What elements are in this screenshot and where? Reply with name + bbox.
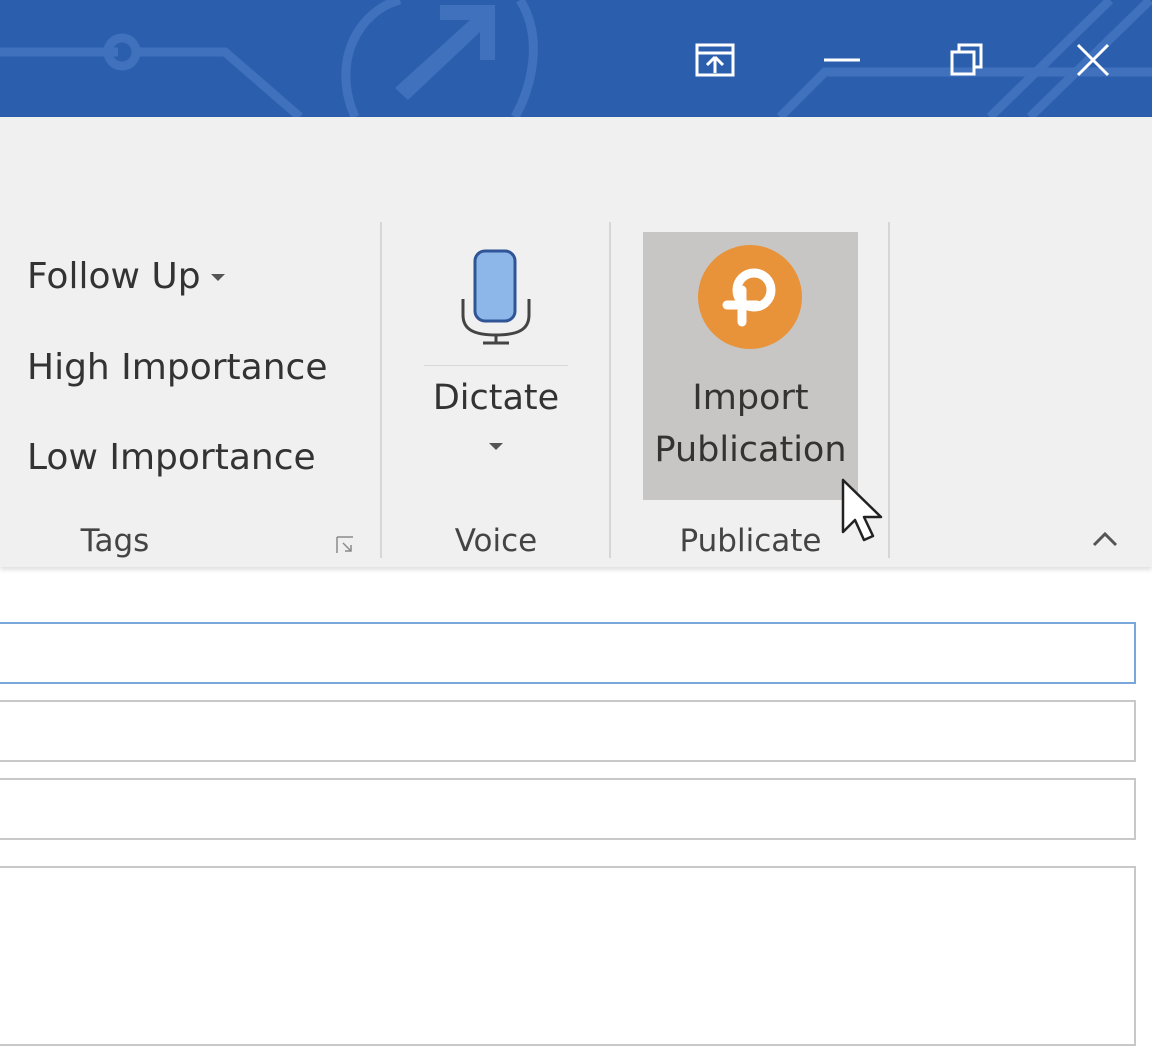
follow-up-button[interactable]: Follow Up (27, 256, 225, 297)
high-importance-button[interactable]: High Importance (27, 347, 327, 388)
close-icon (1076, 43, 1110, 77)
low-importance-button[interactable]: Low Importance (27, 437, 316, 478)
to-input[interactable] (0, 624, 1134, 682)
restore-icon (950, 43, 983, 76)
publicate-group-label: Publicate (679, 523, 822, 559)
subject-field[interactable] (0, 778, 1136, 840)
microphone-icon (461, 249, 531, 345)
cc-field[interactable] (0, 700, 1136, 762)
chevron-down-icon (210, 274, 225, 281)
ribbon-display-options-icon (695, 43, 735, 77)
dialog-launcher-icon[interactable] (335, 535, 355, 555)
dictate-button[interactable]: Dictate (424, 237, 568, 487)
high-importance-label: High Importance (27, 347, 328, 388)
cc-input[interactable] (0, 702, 1134, 760)
to-field[interactable] (0, 622, 1136, 684)
dictate-split-divider (424, 365, 568, 366)
group-separator (380, 222, 382, 558)
group-separator (609, 222, 611, 558)
tags-group-label: Tags (80, 523, 150, 559)
minimize-icon (824, 58, 860, 62)
collapse-ribbon-icon[interactable] (1090, 529, 1120, 549)
group-separator (888, 222, 890, 558)
minimize-button[interactable] (807, 20, 877, 100)
ribbon: Follow Up High Importance Low Importance… (0, 117, 1152, 567)
import-label-line1: Import (692, 378, 809, 418)
restore-button[interactable] (932, 20, 1002, 100)
follow-up-label: Follow Up (27, 256, 201, 297)
dictate-label: Dictate (432, 378, 560, 418)
import-label-line2: Publication (654, 430, 847, 470)
message-body[interactable] (0, 866, 1136, 1046)
title-bar (0, 0, 1152, 117)
ribbon-display-options-button[interactable] (680, 20, 750, 100)
import-publication-label: Import Publication (643, 372, 858, 476)
chevron-down-icon[interactable] (489, 443, 503, 451)
low-importance-label: Low Importance (27, 437, 316, 478)
message-body-input[interactable] (0, 868, 1134, 1044)
close-button[interactable] (1058, 20, 1128, 100)
publicate-logo-icon (698, 245, 802, 349)
voice-group-label: Voice (454, 523, 538, 559)
subject-input[interactable] (0, 780, 1134, 838)
import-publication-button[interactable]: Import Publication (643, 232, 858, 500)
